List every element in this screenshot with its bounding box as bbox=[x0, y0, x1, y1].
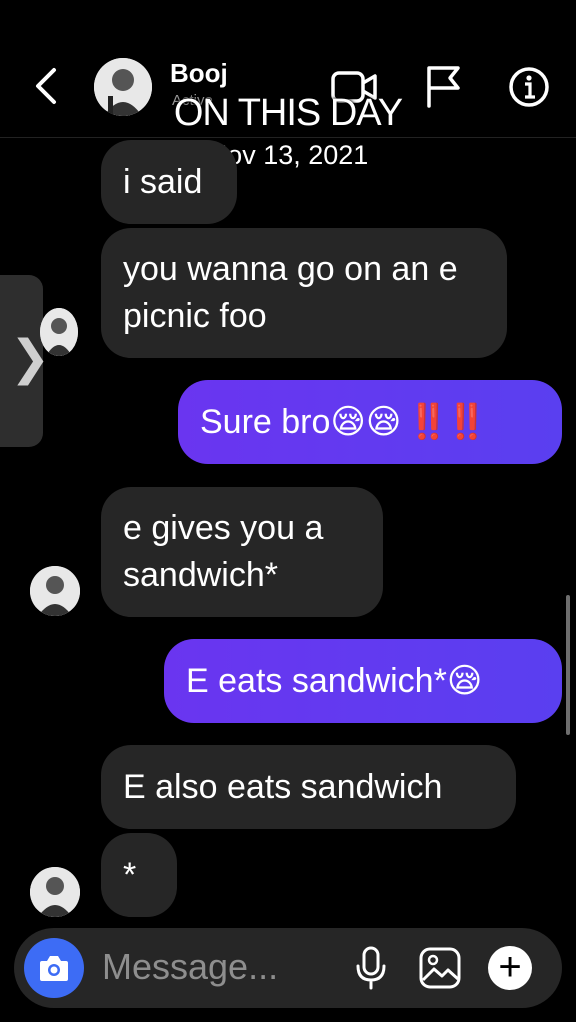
message-text: i said bbox=[123, 162, 203, 201]
message-bubble-incoming[interactable]: E also eats sandwich bbox=[101, 745, 516, 829]
message-text: Sure bro bbox=[200, 402, 331, 441]
sleepy-face-emoji: 😪😪 bbox=[330, 401, 402, 442]
sender-avatar[interactable] bbox=[40, 308, 78, 356]
message-bubble-incoming[interactable]: e gives you a sandwich* bbox=[101, 487, 383, 617]
message-bubble-incoming[interactable]: i said bbox=[101, 140, 237, 224]
side-drawer-tab[interactable]: ❯ bbox=[0, 275, 50, 447]
sender-avatar[interactable] bbox=[30, 867, 80, 917]
message-bubble-incoming[interactable]: * bbox=[101, 833, 177, 917]
message-text: E eats sandwich* bbox=[186, 661, 447, 700]
on-this-day-date: Nov 13, 2021 bbox=[207, 140, 369, 170]
add-content-button[interactable]: + bbox=[488, 945, 532, 990]
message-text: E also eats sandwich bbox=[123, 767, 443, 806]
on-this-day-title: ON THIS DAY bbox=[173, 92, 403, 134]
sleepy-face-emoji: 😪 bbox=[446, 660, 483, 701]
message-bubble-incoming[interactable]: you wanna go on an e picnic foo bbox=[101, 228, 507, 358]
gallery-icon[interactable] bbox=[418, 946, 462, 990]
message-bubble-outgoing[interactable]: Sure bro 😪😪 ‼️‼️ bbox=[178, 380, 562, 464]
plus-icon: + bbox=[498, 945, 522, 989]
camera-button[interactable] bbox=[24, 938, 84, 998]
message-input[interactable]: Message... bbox=[102, 946, 278, 988]
contact-name[interactable]: Booj bbox=[170, 58, 228, 89]
scrollbar[interactable] bbox=[566, 595, 570, 735]
sender-avatar[interactable] bbox=[30, 566, 80, 616]
message-text: you wanna go on an e picnic foo bbox=[123, 250, 458, 335]
message-text: e gives you a sandwich* bbox=[123, 509, 324, 594]
microphone-icon[interactable] bbox=[354, 946, 388, 990]
message-bubble-outgoing[interactable]: E eats sandwich* 😪 bbox=[164, 639, 562, 723]
message-text: * bbox=[123, 855, 137, 894]
message-composer[interactable]: Message... + bbox=[14, 928, 562, 1008]
camera-icon bbox=[40, 956, 68, 981]
double-exclamation-emoji: ‼️‼️ bbox=[407, 402, 488, 441]
